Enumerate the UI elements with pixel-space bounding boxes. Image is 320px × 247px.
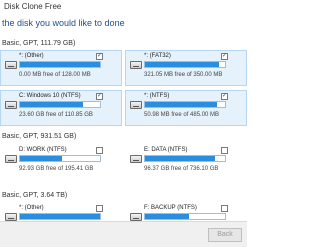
usage-bar-fill (20, 156, 62, 161)
usage-bar-fill (145, 62, 219, 67)
free-space-text: 0.00 MB free of 128.00 MB (19, 72, 91, 78)
usage-bar (144, 61, 226, 68)
footer-bar: Back (0, 221, 247, 247)
partition-name: *: (Other) (19, 205, 44, 211)
partition-tile[interactable]: F: BACKUP (NTFS) (125, 202, 247, 221)
usage-bar-fill (20, 62, 100, 67)
disk-header: Basic, GPT, 3.64 TB) (2, 192, 68, 199)
partition-tile[interactable]: C: Windows 10 (NTFS) 23.60 GB free of 11… (0, 90, 122, 126)
drive-icon (130, 213, 142, 221)
partition-checkbox[interactable]: ✓ (221, 53, 228, 60)
drive-icon (130, 61, 142, 69)
back-button[interactable]: Back (208, 228, 242, 242)
partition-checkbox[interactable] (96, 147, 103, 154)
free-space-text: 50.98 MB free of 485.00 MB (144, 112, 220, 118)
usage-bar (19, 155, 101, 162)
partition-tile[interactable]: E: DATA (NTFS) 96.37 GB free of 736.10 G… (125, 144, 247, 180)
partition-checkbox[interactable] (221, 147, 228, 154)
disk-list[interactable]: Basic, GPT, 111.79 GB) *: (Other) 0.00 M… (0, 34, 247, 221)
partition-name: *: (NTFS) (144, 93, 170, 99)
usage-bar (19, 101, 101, 108)
usage-bar-fill (145, 214, 189, 219)
usage-bar-fill (20, 214, 100, 219)
usage-bar (144, 101, 226, 108)
partition-name: E: DATA (NTFS) (144, 147, 188, 153)
usage-bar-fill (145, 156, 215, 161)
partition-name: *: (Other) (19, 53, 44, 59)
instruction-text: the disk you would like to done (2, 18, 125, 28)
free-space-text: 96.37 GB free of 736.10 GB (144, 166, 219, 172)
partition-name: D: WORK (NTFS) (19, 147, 67, 153)
disk-header: Basic, GPT, 111.79 GB) (2, 40, 76, 47)
free-space-text: 321.05 MB free of 350.00 MB (144, 72, 223, 78)
free-space-text: 92.93 GB free of 195.41 GB (19, 166, 94, 172)
partition-name: *: (FAT32) (144, 53, 171, 59)
partition-tile[interactable]: *: (NTFS) 50.98 MB free of 485.00 MB ✓ (125, 90, 247, 126)
partition-tile[interactable]: *: (Other) 0.00 MB free of 128.00 MB ✓ (0, 50, 122, 86)
partition-checkbox[interactable]: ✓ (96, 53, 103, 60)
free-space-text: 23.60 GB free of 110.85 GB (19, 112, 93, 118)
partition-checkbox[interactable] (96, 205, 103, 212)
usage-bar (144, 213, 226, 220)
drive-icon (130, 101, 142, 109)
drive-icon (5, 101, 17, 109)
drive-icon (5, 213, 17, 221)
window-title: Disk Clone Free (0, 0, 247, 16)
partition-tile[interactable]: D: WORK (NTFS) 92.93 GB free of 195.41 G… (0, 144, 122, 180)
usage-bar (144, 155, 226, 162)
disk-header: Basic, GPT, 931.51 GB) (2, 133, 77, 140)
partition-tile[interactable]: *: (Other) (0, 202, 122, 221)
drive-icon (5, 155, 17, 163)
usage-bar (19, 213, 101, 220)
drive-icon (5, 61, 17, 69)
partition-checkbox[interactable]: ✓ (221, 93, 228, 100)
partition-name: F: BACKUP (NTFS) (144, 205, 197, 211)
partition-tile[interactable]: *: (FAT32) 321.05 MB free of 350.00 MB ✓ (125, 50, 247, 86)
usage-bar-fill (145, 102, 217, 107)
usage-bar-fill (20, 102, 84, 107)
usage-bar (19, 61, 101, 68)
partition-checkbox[interactable] (221, 205, 228, 212)
drive-icon (130, 155, 142, 163)
partition-checkbox[interactable]: ✓ (96, 93, 103, 100)
partition-name: C: Windows 10 (NTFS) (19, 93, 81, 99)
